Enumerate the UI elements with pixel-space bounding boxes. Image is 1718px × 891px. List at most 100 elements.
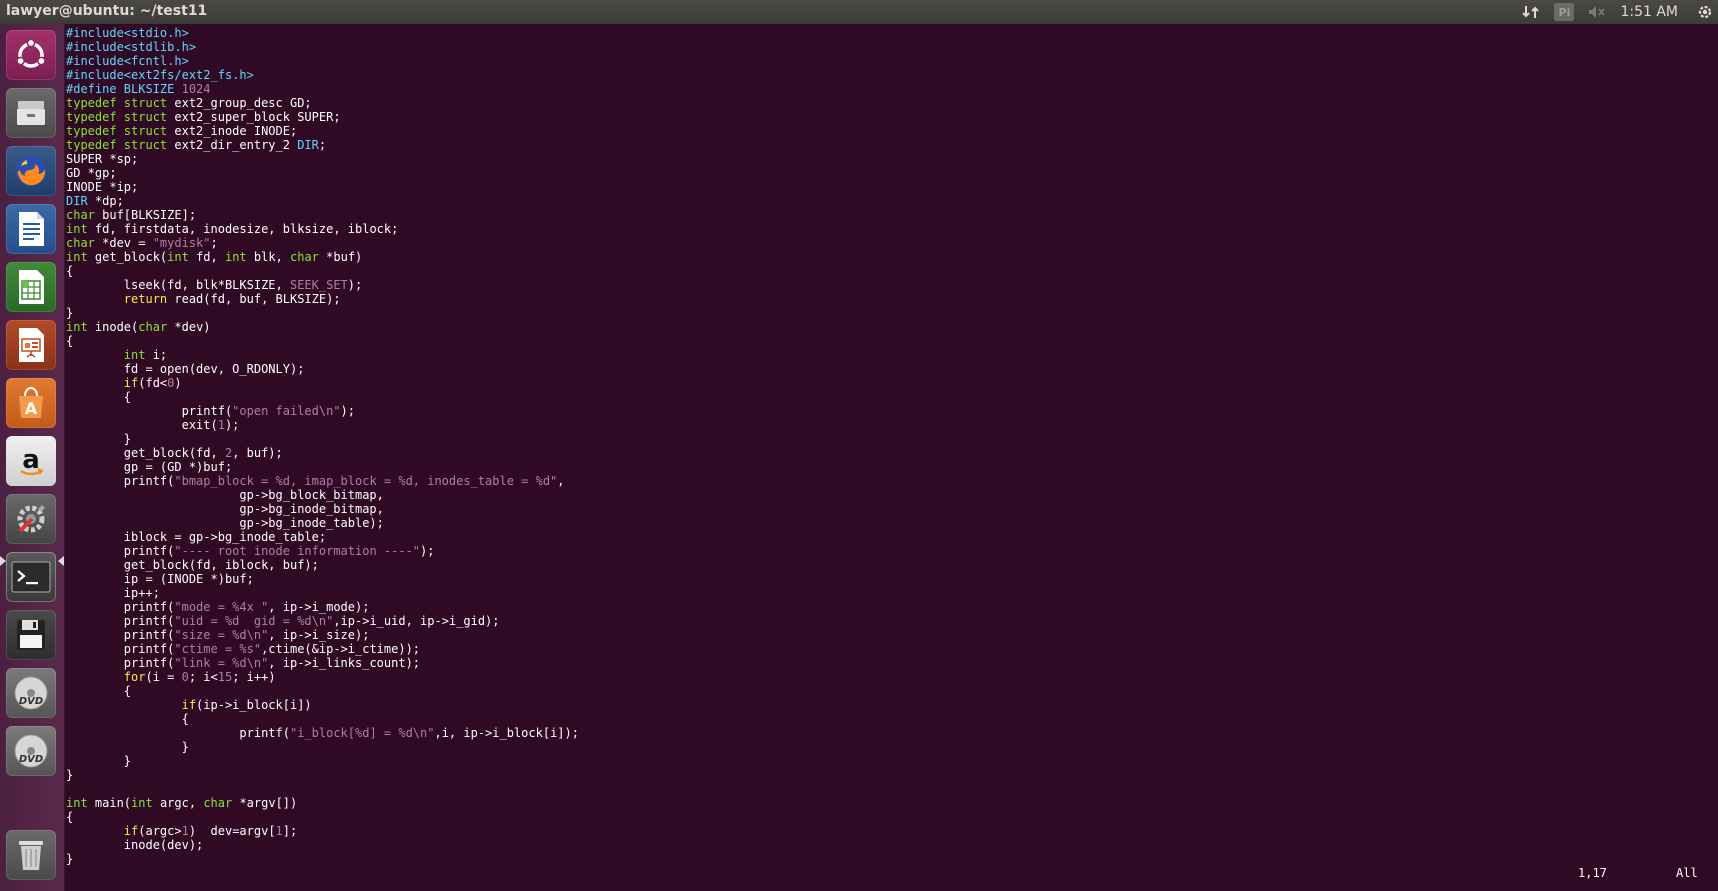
code-line: typedef struct ext2_group_desc GD; (66, 96, 1706, 110)
code-token: char (203, 796, 233, 810)
code-token: 0 (181, 670, 189, 684)
code-token: iblock = gp->bg_inode_table; (66, 530, 327, 544)
code-token: char (290, 250, 319, 264)
code-line: ip++; (66, 586, 1706, 600)
code-line: } (66, 768, 1706, 782)
code-line: if(ip->i_block[i]) (66, 698, 1706, 712)
save-disk-icon[interactable] (6, 610, 56, 660)
code-token: return (123, 292, 168, 306)
dvd-icon[interactable]: DVD (6, 668, 56, 718)
code-token: ext2_dir_entry_2 (167, 138, 298, 152)
focus-indicator-right (58, 556, 64, 566)
dvd-icon-2[interactable]: DVD (6, 726, 56, 776)
code-token: ); (347, 278, 363, 292)
code-token: typedef struct (66, 96, 168, 110)
ubuntu-dash-icon[interactable] (6, 30, 56, 80)
indicator-area: Pi 1:51 AM (1522, 0, 1718, 24)
code-token: exit( (66, 418, 218, 432)
code-line: printf("ctime = %s",ctime(&ip->i_ctime))… (66, 642, 1706, 656)
network-arrows-icon[interactable] (1522, 4, 1540, 20)
code-line: ip = (INODE *)buf; (66, 572, 1706, 586)
code-line: get_block(fd, 2, buf); (66, 446, 1706, 460)
code-token: get_block(fd, iblock, buf); (66, 558, 319, 572)
system-settings-icon[interactable] (6, 494, 56, 544)
code-line: } (66, 306, 1706, 320)
code-line: inode(dev); (66, 838, 1706, 852)
code-line: for(i = 0; i<15; i++) (66, 670, 1706, 684)
terminal-icon[interactable] (6, 552, 56, 602)
code-token: ext2_super_block SUPER; (167, 110, 341, 124)
code-token: gp->bg_block_bitmap, (66, 488, 384, 502)
clock[interactable]: 1:51 AM (1620, 4, 1678, 20)
code-line: } (66, 740, 1706, 754)
code-token: #include<ext2fs/ext2_fs.h> (66, 68, 254, 82)
code-line: gp->bg_inode_table); (66, 516, 1706, 530)
calc-icon[interactable] (6, 262, 56, 312)
cursor-position: 1,17 (1578, 866, 1607, 880)
code-line: #include<fcntl.h> (66, 54, 1706, 68)
writer-icon[interactable] (6, 204, 56, 254)
code-token: , buf); (232, 446, 283, 460)
code-line: printf("mode = %4x ", ip->i_mode); (66, 600, 1706, 614)
impress-icon[interactable] (6, 320, 56, 370)
code-line: #include<ext2fs/ext2_fs.h> (66, 68, 1706, 82)
code-token: GD *gp; (66, 166, 117, 180)
code-token: gp->bg_inode_table); (66, 516, 384, 530)
code-token: if (123, 824, 139, 838)
code-token: ]; (282, 824, 298, 838)
code-token: 1 (181, 824, 189, 838)
code-token: buf[BLKSIZE]; (94, 208, 197, 222)
code-line: SUPER *sp; (66, 152, 1706, 166)
code-token: argc, (152, 796, 204, 810)
software-center-icon[interactable]: A (6, 378, 56, 428)
code-token: "i_block[%d] = %d\n" (289, 726, 435, 740)
code-line: int i; (66, 348, 1706, 362)
code-token: #define BLKSIZE (66, 82, 182, 96)
code-token: DIR (297, 138, 319, 152)
svg-text:a: a (22, 445, 40, 475)
code-token: fd = open(dev, O_RDONLY); (66, 362, 305, 376)
svg-text:DVD: DVD (19, 754, 43, 765)
code-line: DIR *dp; (66, 194, 1706, 208)
code-line: #include<stdlib.h> (66, 40, 1706, 54)
code-line: printf("link = %d\n", ip->i_links_count)… (66, 656, 1706, 670)
code-token: char (66, 236, 95, 250)
code-token: printf( (66, 726, 290, 740)
code-line: { (66, 810, 1706, 824)
files-icon[interactable] (6, 88, 56, 138)
code-token: "open failed\n" (232, 404, 341, 418)
code-token: 1 (275, 824, 283, 838)
code-line: { (66, 264, 1706, 278)
trash-icon[interactable] (6, 830, 56, 880)
code-token: printf( (66, 614, 175, 628)
code-line: GD *gp; (66, 166, 1706, 180)
code-token: 1 (217, 418, 225, 432)
keyboard-indicator[interactable]: Pi (1554, 3, 1575, 21)
top-panel: lawyer@ubuntu: ~/test11 Pi 1:51 AM (0, 0, 1718, 24)
code-token: int (66, 250, 88, 264)
code-token: printf( (66, 404, 233, 418)
volume-muted-icon[interactable] (1588, 5, 1606, 19)
amazon-icon[interactable]: a (6, 436, 56, 486)
code-token: ,ip->i_uid, ip->i_gid); (333, 614, 500, 628)
code-token: 1024 (181, 82, 211, 96)
code-token: { (66, 390, 132, 404)
vim-editor[interactable]: #include<stdio.h> #include<stdlib.h> #incl… (66, 26, 1706, 866)
code-token: SEEK_SET (289, 278, 348, 292)
gear-icon[interactable] (1696, 3, 1714, 21)
code-line: gp = (GD *)buf; (66, 460, 1706, 474)
code-line: } (66, 852, 1706, 866)
code-token: (argc> (138, 824, 182, 838)
code-line: printf("i_block[%d] = %d\n",i, ip->i_blo… (66, 726, 1706, 740)
code-line: int fd, firstdata, inodesize, blksize, i… (66, 222, 1706, 236)
code-token: { (66, 684, 132, 698)
firefox-icon[interactable] (6, 146, 56, 196)
code-token: ); (420, 544, 435, 558)
code-token: INODE *ip; (66, 180, 139, 194)
code-token: if (181, 698, 197, 712)
code-token: , ip->i_links_count); (268, 656, 421, 670)
code-line: exit(1); (66, 418, 1706, 432)
